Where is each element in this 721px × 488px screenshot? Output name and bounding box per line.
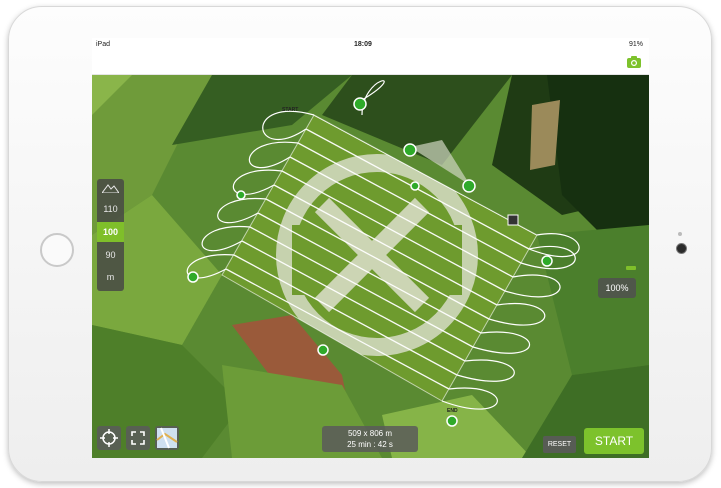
top-toolbar xyxy=(92,52,649,75)
speed-percent[interactable]: 100% xyxy=(598,278,636,298)
camera-icon[interactable] xyxy=(627,56,641,68)
speed-indicator xyxy=(626,266,636,270)
start-marker-label: START xyxy=(282,107,298,113)
reset-button[interactable]: RESET xyxy=(543,436,576,453)
map-type-icon[interactable] xyxy=(155,426,179,450)
mountain-icon xyxy=(102,184,119,193)
end-marker-label: END xyxy=(447,408,458,414)
tablet-frame: iPad 18:09 91% START END 110 100 90 m 10… xyxy=(8,6,712,482)
front-camera xyxy=(676,243,687,254)
satellite-map[interactable]: START END xyxy=(92,75,649,458)
clock: 18:09 xyxy=(354,41,372,48)
altitude-option-90[interactable]: 90 xyxy=(97,245,124,265)
start-button[interactable]: START xyxy=(584,428,644,454)
altitude-unit: m xyxy=(106,272,115,282)
altitude-option-110[interactable]: 110 xyxy=(97,199,124,219)
fullscreen-icon[interactable] xyxy=(126,426,150,450)
crosshair-icon[interactable] xyxy=(97,426,121,450)
app-screen: iPad 18:09 91% START END 110 100 90 m 10… xyxy=(92,38,649,458)
mission-info: 509 x 806 m 25 min : 42 s xyxy=(322,426,418,452)
mission-duration: 25 min : 42 s xyxy=(347,440,393,449)
home-button[interactable] xyxy=(40,233,74,267)
sensor-dot xyxy=(678,232,682,236)
altitude-option-100[interactable]: 100 xyxy=(97,222,124,242)
altitude-panel: 110 100 90 m xyxy=(97,179,124,291)
battery-level: 91% xyxy=(628,41,643,48)
status-bar: iPad 18:09 91% xyxy=(92,38,649,52)
mission-dimensions: 509 x 806 m xyxy=(347,429,393,438)
device-label: iPad xyxy=(96,41,111,48)
